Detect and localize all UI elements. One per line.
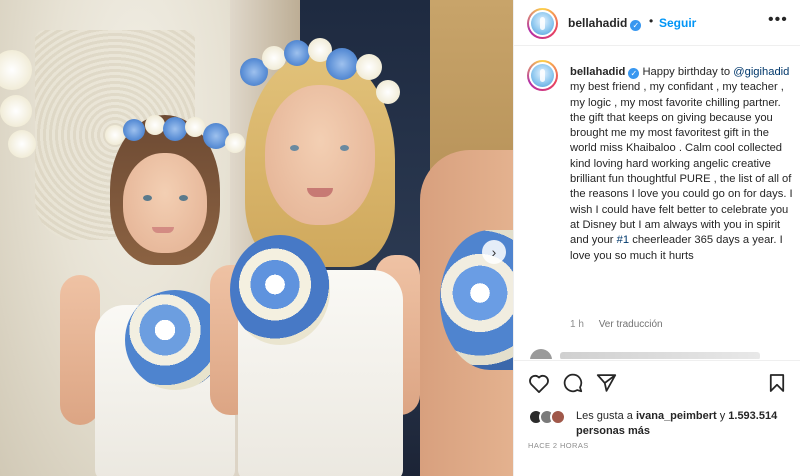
likes-count[interactable]: 1.593.514 <box>728 410 777 422</box>
more-options-icon[interactable]: ••• <box>768 11 788 29</box>
flower <box>0 95 32 127</box>
arm <box>60 275 100 425</box>
post-sidebar: bellahadid ✓ • Seguir ••• bellahadid ✓ Hap… <box>513 0 800 476</box>
eye <box>340 145 349 151</box>
caption-hashtag-link[interactable]: #1 <box>617 234 629 246</box>
girl-center <box>210 38 440 476</box>
avatar[interactable] <box>527 60 558 91</box>
flower <box>105 125 125 145</box>
heart-icon[interactable] <box>528 373 550 393</box>
comment-icon[interactable] <box>562 372 583 393</box>
flower <box>284 40 310 66</box>
girl-center-face <box>265 85 375 225</box>
header-username-text[interactable]: bellahadid <box>568 16 627 30</box>
caption-meta: 1 h Ver traducción <box>570 319 663 330</box>
avatar-image <box>531 64 554 87</box>
likes-suffix[interactable]: personas más <box>576 425 650 437</box>
post-time: 1 h <box>570 319 584 330</box>
verified-icon: ✓ <box>630 20 642 31</box>
actions-section: Les gusta a ivana_peimbert y 1.593.514 p… <box>514 360 800 476</box>
translate-link[interactable]: Ver traducción <box>599 319 663 330</box>
caption-text: bellahadid ✓ Happy birthday to @gigihadid… <box>570 65 794 264</box>
eye <box>143 195 152 201</box>
likes-connector: y <box>719 410 726 422</box>
flower <box>145 115 165 135</box>
posted-time: HACE 2 HORAS <box>528 441 589 450</box>
bouquet-center <box>230 235 330 345</box>
likes-count-text[interactable]: Les gusta a ivana_peimbert y 1.593.514 p… <box>576 409 800 439</box>
header-username[interactable]: bellahadid ✓ <box>568 16 642 31</box>
flower <box>262 46 286 70</box>
eye <box>179 195 188 201</box>
girl-left-face <box>123 153 207 253</box>
caption-section: bellahadid ✓ Happy birthday to @gigihadid… <box>514 56 800 346</box>
chevron-right-icon[interactable]: › <box>482 240 506 264</box>
comment-avatar <box>530 349 552 359</box>
verified-icon: ✓ <box>628 68 640 79</box>
flower <box>163 117 187 141</box>
liker-avatar <box>550 409 566 425</box>
avatar[interactable] <box>527 8 558 39</box>
caption-intro: Happy birthday to <box>642 66 731 78</box>
flower <box>356 54 382 80</box>
comment-text-cut <box>560 352 760 359</box>
separator-dot: • <box>649 14 654 28</box>
likes-prefix: Les gusta a <box>576 410 633 422</box>
caption-body: my best friend , my confidant , my teach… <box>570 81 793 247</box>
share-icon[interactable] <box>596 373 617 393</box>
mouth <box>152 227 174 233</box>
caption-mention-link[interactable]: @gigihadid <box>733 66 789 78</box>
flower <box>185 117 205 137</box>
follow-button[interactable]: Seguir <box>659 16 696 30</box>
caption-username[interactable]: bellahadid <box>570 66 625 78</box>
avatar-image <box>531 12 554 35</box>
bookmark-icon[interactable] <box>769 373 785 393</box>
flower <box>376 80 400 104</box>
post-photo[interactable]: › <box>0 0 513 476</box>
post-header: bellahadid ✓ • Seguir ••• <box>514 0 800 46</box>
flower-crown <box>240 38 400 104</box>
eye <box>290 145 299 151</box>
cut-off-comment <box>530 349 790 359</box>
flower <box>123 119 145 141</box>
flower <box>326 48 358 80</box>
likes-user-link[interactable]: ivana_peimbert <box>636 410 717 422</box>
flower <box>8 130 36 158</box>
